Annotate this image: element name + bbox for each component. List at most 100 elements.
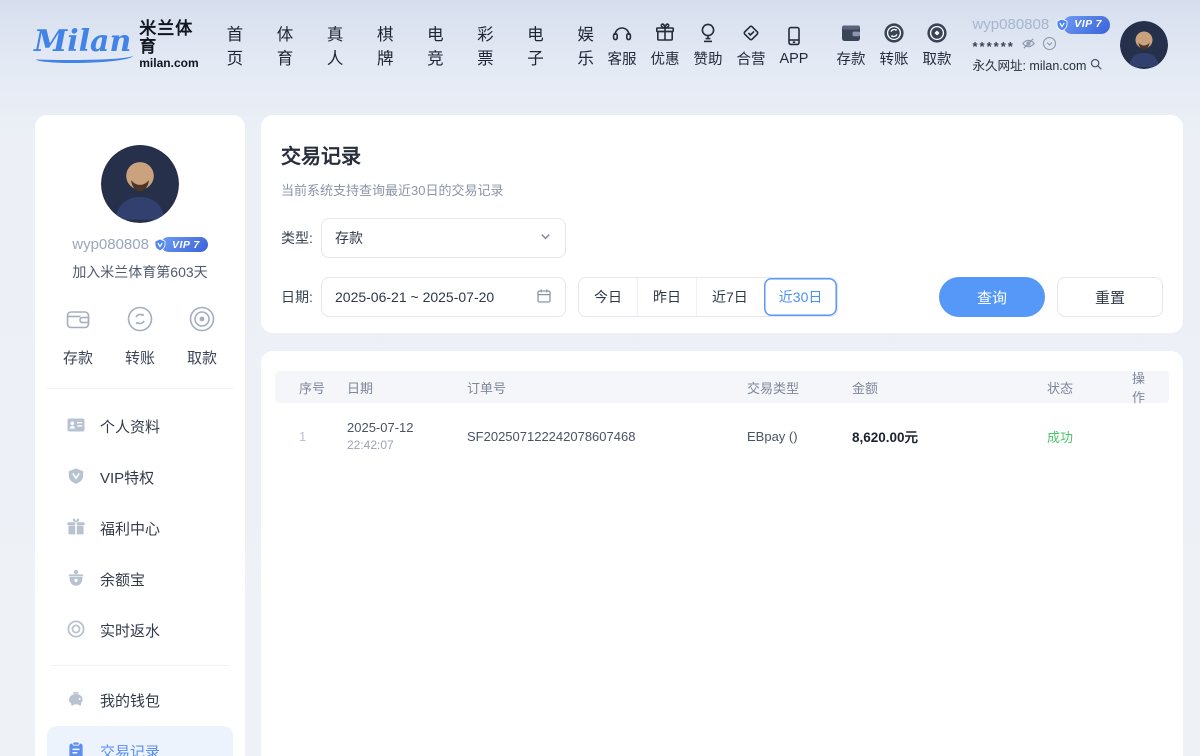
row-status-badge: 成功 [1047, 427, 1132, 446]
user-info-box: wyp080808 VIP 7 ****** 永久网址: milan.com [972, 14, 1110, 77]
vip-diamond-icon [1054, 17, 1070, 33]
username-text: wyp080808 [972, 14, 1049, 37]
customer-service-button[interactable]: 客服 [600, 21, 643, 69]
logo-domain-text: milan.com [139, 57, 198, 70]
transfer-outline-icon [125, 304, 155, 338]
range-yesterday-button[interactable]: 昨日 [637, 278, 696, 316]
nav-item-home[interactable]: 首页 [227, 21, 250, 69]
nav-item-esports[interactable]: 电竞 [427, 21, 450, 69]
date-range-segments: 今日 昨日 近7日 近30日 [578, 277, 838, 317]
sidebar-item-transaction-records[interactable]: 交易记录 [47, 726, 233, 756]
col-index: 序号 [299, 378, 347, 397]
sidebar-item-profile[interactable]: 个人资料 [35, 401, 245, 452]
magnifier-icon[interactable] [1089, 57, 1103, 77]
eye-off-icon[interactable] [1021, 36, 1036, 57]
withdraw-button[interactable]: 取款 [915, 21, 958, 69]
rebate-ring-icon [66, 619, 86, 643]
promotions-button[interactable]: 优惠 [643, 21, 686, 69]
withdraw-outline-icon [187, 304, 217, 338]
logo-cn-text: 米兰体育 [139, 20, 198, 57]
date-range-value: 2025-06-21 ~ 2025-07-20 [335, 289, 494, 305]
headset-icon [610, 21, 634, 45]
sidebar-item-rebate[interactable]: 实时返水 [35, 605, 245, 656]
col-date: 日期 [347, 378, 467, 397]
row-time: 22:42:07 [347, 438, 467, 452]
transaction-filter-card: 交易记录 当前系统支持查询最近30日的交易记录 类型: 存款 日期: 2025-… [261, 115, 1183, 333]
deposit-button[interactable]: 存款 [829, 21, 872, 69]
clipboard-icon [66, 740, 86, 756]
wallet-outline-icon [63, 304, 93, 338]
brand-logo[interactable]: Milan 米兰体育 milan.com [34, 20, 199, 71]
nav-item-slots[interactable]: 电子 [527, 21, 550, 69]
sidebar-avatar[interactable] [101, 145, 179, 223]
nav-item-sports[interactable]: 体育 [277, 21, 300, 69]
type-label: 类型: [281, 228, 321, 248]
col-status: 状态 [1047, 378, 1132, 397]
sidebar-transfer-button[interactable]: 转账 [109, 304, 171, 368]
row-amount: 8,620.00元 [852, 426, 1047, 446]
type-select-value: 存款 [335, 228, 363, 248]
top-header: Milan 米兰体育 milan.com 首页 体育 真人 棋牌 电竞 彩票 电… [0, 0, 1200, 90]
avatar-image [101, 145, 179, 223]
transaction-table-card: 序号 日期 订单号 交易类型 金额 状态 操作 1 2025-07-12 22:… [261, 351, 1183, 756]
nav-item-live-casino[interactable]: 真人 [327, 21, 350, 69]
gift-filled-icon [66, 517, 86, 541]
sidebar-item-yuebao[interactable]: 余额宝 [35, 554, 245, 605]
withdraw-circle-icon [925, 21, 949, 45]
trophy-icon [696, 21, 720, 45]
main-nav: 首页 体育 真人 棋牌 电竞 彩票 电子 娱乐 [227, 21, 601, 69]
page: Milan 米兰体育 milan.com 首页 体育 真人 棋牌 电竞 彩票 电… [0, 0, 1200, 756]
smartphone-icon [782, 24, 806, 48]
col-amount: 金额 [852, 378, 1047, 397]
sidebar-withdraw-button[interactable]: 取款 [171, 304, 233, 368]
gift-icon [653, 21, 677, 45]
table-row: 1 2025-07-12 22:42:07 SF2025071222420786… [275, 403, 1169, 469]
col-order-no: 订单号 [467, 378, 747, 397]
reset-button[interactable]: 重置 [1057, 277, 1163, 317]
date-range-input[interactable]: 2025-06-21 ~ 2025-07-20 [321, 277, 566, 317]
avatar-image [1120, 21, 1168, 69]
sidebar-username-text: wyp080808 [72, 236, 149, 253]
handshake-icon [739, 21, 763, 45]
profile-sidebar: wyp080808 VIP 7 加入米兰体育第603天 存款 转账 [35, 115, 245, 756]
nav-item-chess[interactable]: 棋牌 [377, 21, 400, 69]
sidebar-deposit-button[interactable]: 存款 [47, 304, 109, 368]
refresh-circle-icon[interactable] [1042, 36, 1057, 57]
range-7days-button[interactable]: 近7日 [696, 278, 763, 316]
calendar-icon [536, 288, 552, 307]
user-avatar[interactable] [1120, 21, 1168, 69]
nav-item-lottery[interactable]: 彩票 [477, 21, 500, 69]
row-date: 2025-07-12 [347, 420, 467, 435]
masked-balance-text: ****** [972, 37, 1014, 57]
joined-days-text: 加入米兰体育第603天 [35, 262, 245, 282]
wallet-icon [839, 21, 863, 45]
sidebar-item-vip[interactable]: VIP特权 [35, 452, 245, 503]
col-type: 交易类型 [747, 378, 852, 397]
sidebar-item-wallet[interactable]: 我的钱包 [35, 675, 245, 726]
row-index: 1 [299, 429, 347, 444]
transfer-button[interactable]: 转账 [872, 21, 915, 69]
transaction-type-select[interactable]: 存款 [321, 218, 566, 258]
affiliate-button[interactable]: 合营 [729, 21, 772, 69]
range-today-button[interactable]: 今日 [579, 278, 637, 316]
row-type: EBpay () [747, 429, 852, 444]
nav-item-entertainment[interactable]: 娱乐 [577, 21, 600, 69]
row-datetime: 2025-07-12 22:42:07 [347, 420, 467, 452]
range-30days-button[interactable]: 近30日 [763, 278, 838, 316]
transfer-circle-icon [882, 21, 906, 45]
sponsor-button[interactable]: 赞助 [686, 21, 729, 69]
vip-badge: VIP 7 [1054, 16, 1110, 35]
app-download-button[interactable]: APP [772, 24, 815, 67]
vip-diamond-icon [152, 237, 168, 253]
sidebar-vip-badge: VIP 7 [152, 237, 208, 253]
row-order-no: SF202507122242078607468 [467, 429, 747, 444]
vip-shield-icon [66, 466, 86, 490]
piggy-bank-icon [66, 689, 86, 713]
sidebar-item-welfare[interactable]: 福利中心 [35, 503, 245, 554]
page-subtitle: 当前系统支持查询最近30日的交易记录 [281, 180, 1163, 199]
search-button[interactable]: 查询 [939, 277, 1045, 317]
permanent-url-text: 永久网址: milan.com [972, 57, 1086, 76]
id-card-icon [66, 415, 86, 439]
menu-divider [51, 665, 229, 666]
table-header: 序号 日期 订单号 交易类型 金额 状态 操作 [275, 371, 1169, 403]
